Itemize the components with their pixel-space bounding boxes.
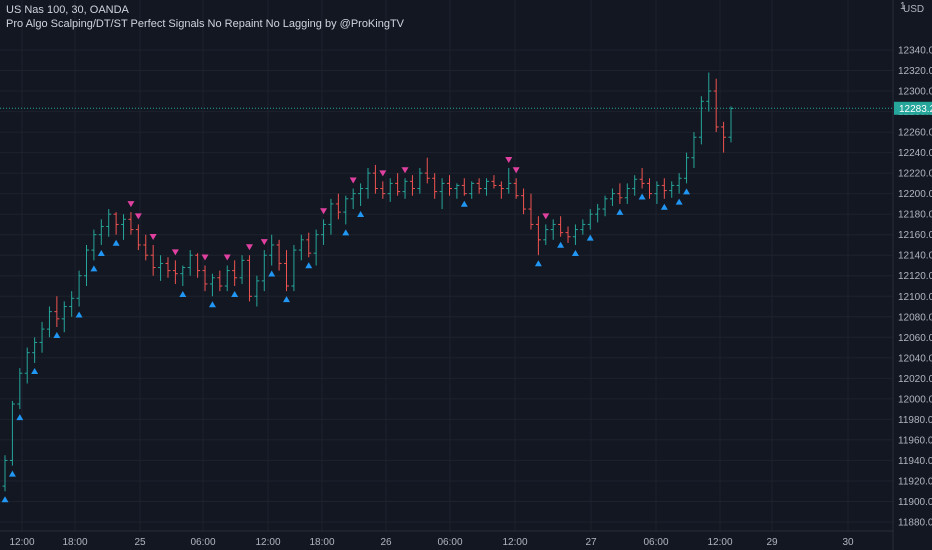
price-tick-label: 12020.0 bbox=[898, 374, 932, 385]
time-tick-label: 06:00 bbox=[437, 537, 462, 548]
time-tick-label: 27 bbox=[585, 537, 597, 548]
price-tick-label: 11960.0 bbox=[898, 435, 932, 446]
price-tick-label: 12100.0 bbox=[898, 292, 932, 303]
price-tick-label: 12160.0 bbox=[898, 230, 932, 241]
time-tick-label: 25 bbox=[134, 537, 146, 548]
price-tick-label: 12080.0 bbox=[898, 312, 932, 323]
chart-legend: US Nas 100, 30, OANDA Pro Algo Scalping/… bbox=[6, 3, 404, 31]
time-tick-label: 30 bbox=[842, 537, 854, 548]
price-tick-label: 12060.0 bbox=[898, 333, 932, 344]
price-tick-label: 12120.0 bbox=[898, 271, 932, 282]
price-tick-label: 11920.0 bbox=[898, 476, 932, 487]
price-tick-label: 12000.0 bbox=[898, 394, 932, 405]
time-tick-label: 26 bbox=[380, 537, 392, 548]
price-axis-top-partial-label: 1 bbox=[900, 1, 906, 12]
time-tick-label: 12:00 bbox=[9, 537, 34, 548]
price-tick-label: 12300.0 bbox=[898, 87, 932, 98]
symbol-title[interactable]: US Nas 100, 30, OANDA bbox=[6, 3, 404, 17]
price-tick-label: 12340.0 bbox=[898, 46, 932, 57]
price-tick-label: 12320.0 bbox=[898, 66, 932, 77]
current-price-label: 12283.2 bbox=[899, 104, 932, 115]
price-tick-label: 12140.0 bbox=[898, 251, 932, 262]
time-tick-label: 06:00 bbox=[190, 537, 215, 548]
price-tick-label: 11940.0 bbox=[898, 456, 932, 467]
price-tick-label: 12220.0 bbox=[898, 169, 932, 180]
price-tick-label: 12240.0 bbox=[898, 148, 932, 159]
price-tick-label: 11980.0 bbox=[898, 415, 932, 426]
price-tick-label: 12200.0 bbox=[898, 189, 932, 200]
price-tick-label: 12180.0 bbox=[898, 210, 932, 221]
price-tick-label: 12260.0 bbox=[898, 128, 932, 139]
price-tick-label: 11880.0 bbox=[898, 518, 932, 529]
time-tick-label: 12:00 bbox=[707, 537, 732, 548]
time-tick-label: 06:00 bbox=[643, 537, 668, 548]
current-price-tag: 12283.2 bbox=[894, 101, 932, 115]
indicator-title[interactable]: Pro Algo Scalping/DT/ST Perfect Signals … bbox=[6, 17, 404, 31]
time-tick-label: 12:00 bbox=[502, 537, 527, 548]
time-tick-label: 18:00 bbox=[309, 537, 334, 548]
time-tick-label: 29 bbox=[766, 537, 778, 548]
price-tick-label: 11900.0 bbox=[898, 497, 932, 508]
chart-root[interactable]: 12340.012320.012300.012280.012260.012240… bbox=[0, 0, 932, 550]
price-chart[interactable]: 12340.012320.012300.012280.012260.012240… bbox=[0, 0, 932, 550]
time-tick-label: 12:00 bbox=[255, 537, 280, 548]
price-tick-label: 12040.0 bbox=[898, 353, 932, 364]
currency-label: USD bbox=[903, 4, 924, 15]
time-tick-label: 18:00 bbox=[62, 537, 87, 548]
